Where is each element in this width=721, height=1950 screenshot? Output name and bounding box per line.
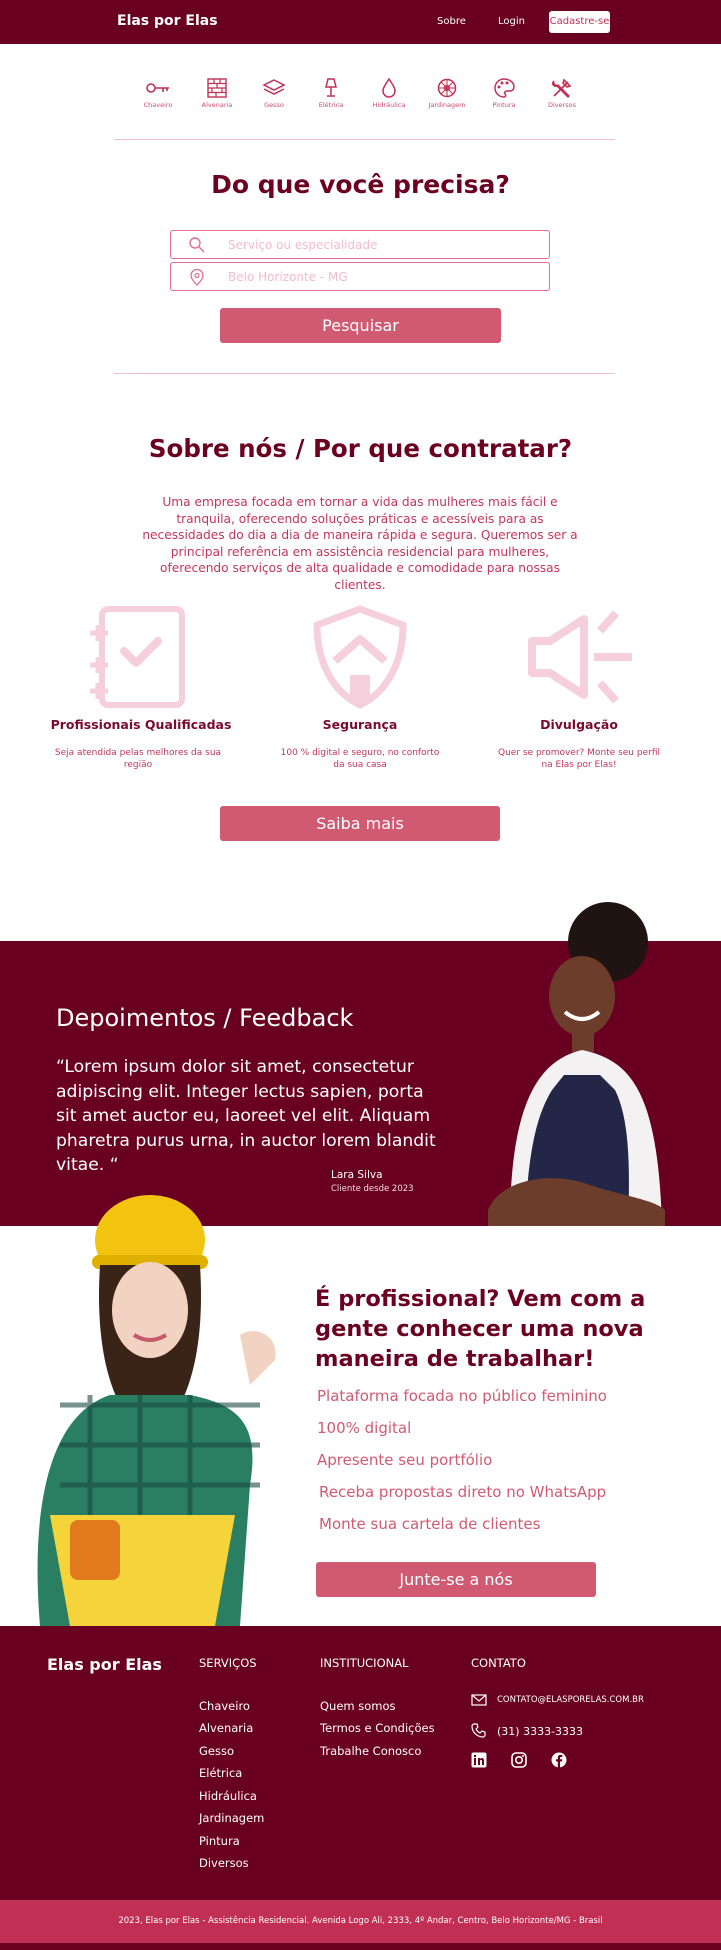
divider	[114, 373, 615, 374]
footer-contact-heading: CONTATO	[471, 1656, 526, 1670]
service-search-input[interactable]: Serviço ou especialidade	[170, 230, 550, 259]
divider	[114, 139, 615, 140]
professional-photo	[37, 1195, 276, 1626]
mail-icon	[471, 1694, 487, 1706]
phone-icon	[471, 1723, 486, 1738]
brand-logo[interactable]: Elas por Elas	[117, 13, 218, 29]
footer-link-alvenaria[interactable]: Alvenaria	[199, 1721, 253, 1735]
flower-icon	[437, 78, 457, 98]
checklist-icon	[90, 606, 185, 708]
contact-phone[interactable]: (31) 3333-3333	[497, 1725, 583, 1738]
testimonial-title: Depoimentos / Feedback	[56, 1004, 354, 1032]
layers-icon	[262, 79, 286, 95]
footer-brand: Elas por Elas	[47, 1655, 162, 1674]
footer-link-gesso[interactable]: Gesso	[199, 1744, 234, 1758]
benefit-item: Receba propostas direto no WhatsApp	[319, 1483, 607, 1501]
footer-link-termos[interactable]: Termos e Condições	[320, 1721, 435, 1735]
location-placeholder: Belo Horizonte - MG	[228, 270, 348, 284]
category-label: Chaveiro	[143, 101, 173, 109]
water-drop-icon	[382, 77, 396, 98]
footer-link-chaveiro[interactable]: Chaveiro	[199, 1699, 250, 1713]
location-pin-icon	[190, 268, 204, 286]
about-text: Uma empresa focada em tornar a vida das …	[142, 495, 578, 592]
footer-link-diversos[interactable]: Diversos	[199, 1856, 249, 1870]
category-chaveiro[interactable]: Chaveiro	[128, 77, 188, 109]
feature-desc: Seja atendida pelas melhores da sua regi…	[54, 748, 222, 770]
category-diversos[interactable]: Diversos	[532, 77, 592, 109]
join-us-button[interactable]: Junte-se a nós	[316, 1562, 596, 1597]
category-label: Diversos	[547, 101, 577, 109]
footer-link-quem-somos[interactable]: Quem somos	[320, 1699, 396, 1713]
category-label: Jardinagem	[428, 101, 466, 109]
feature-title: Divulgação	[540, 717, 618, 732]
signup-button[interactable]: Cadastre-se	[549, 11, 610, 33]
tools-icon	[552, 78, 572, 98]
footer-link-hidraulica[interactable]: Hidráulica	[199, 1789, 257, 1803]
instagram-icon[interactable]	[511, 1752, 527, 1768]
category-eletrica[interactable]: Elétrica	[301, 77, 361, 109]
footer-link-pintura[interactable]: Pintura	[199, 1834, 240, 1848]
top-navbar	[0, 0, 721, 44]
testimonial-since: Cliente desde 2023	[331, 1184, 414, 1194]
testimonial-author: Lara Silva	[331, 1169, 383, 1181]
bottom-strip	[0, 1943, 721, 1950]
feature-desc: Quer se promover? Monte seu perfil na El…	[498, 748, 660, 770]
location-input[interactable]: Belo Horizonte - MG	[170, 262, 550, 291]
category-label: Pintura	[492, 101, 516, 109]
footer-link-eletrica[interactable]: Elétrica	[199, 1766, 242, 1780]
service-placeholder: Serviço ou especialidade	[228, 238, 378, 252]
footer-institutional-heading: INSTITUCIONAL	[320, 1656, 409, 1670]
category-label: Elétrica	[318, 101, 344, 109]
benefit-item: 100% digital	[317, 1419, 412, 1437]
search-title: Do que você precisa?	[211, 170, 510, 199]
copyright-bar: 2023, Elas por Elas - Assistência Reside…	[0, 1900, 721, 1943]
benefit-item: Plataforma focada no público feminino	[317, 1387, 607, 1405]
benefit-item: Apresente seu portfólio	[317, 1451, 493, 1469]
search-button[interactable]: Pesquisar	[220, 308, 501, 343]
category-label: Hidráulica	[372, 101, 406, 109]
shield-home-icon	[313, 605, 407, 709]
category-hidraulica[interactable]: Hidráulica	[359, 77, 419, 109]
palette-icon	[494, 78, 515, 98]
footer-link-trabalhe[interactable]: Trabalhe Conosco	[320, 1744, 421, 1758]
testimonial-photo	[488, 902, 665, 1226]
search-icon	[189, 237, 205, 253]
category-gesso[interactable]: Gesso	[244, 77, 304, 109]
lamp-icon	[325, 78, 337, 97]
nav-link-login[interactable]: Login	[498, 16, 525, 27]
category-pintura[interactable]: Pintura	[474, 77, 534, 109]
category-alvenaria[interactable]: Alvenaria	[187, 77, 247, 109]
nav-link-sobre[interactable]: Sobre	[437, 16, 466, 27]
category-label: Gesso	[264, 101, 284, 109]
benefit-item: Monte sua cartela de clientes	[319, 1515, 541, 1533]
about-title: Sobre nós / Por que contratar?	[148, 434, 573, 463]
linkedin-icon[interactable]	[471, 1752, 487, 1768]
contact-email[interactable]: CONTATO@ELASPORELAS.COM.BR	[497, 1695, 644, 1705]
footer-services-heading: SERVIÇOS	[199, 1656, 257, 1670]
brick-wall-icon	[207, 78, 227, 98]
category-label: Alvenaria	[201, 101, 233, 109]
learn-more-button[interactable]: Saiba mais	[220, 806, 500, 841]
megaphone-icon	[528, 610, 632, 704]
testimonial-quote: “Lorem ipsum dolor sit amet, consectetur…	[56, 1057, 436, 1175]
professional-title: É profissional? Vem com a gente conhecer…	[315, 1286, 646, 1372]
feature-title: Profissionais Qualificadas	[50, 717, 232, 732]
key-icon	[146, 83, 169, 93]
category-jardinagem[interactable]: Jardinagem	[417, 77, 477, 109]
feature-desc: 100 % digital e seguro, no conforto da s…	[280, 748, 440, 770]
feature-title: Segurança	[322, 717, 398, 732]
footer-link-jardinagem[interactable]: Jardinagem	[199, 1811, 264, 1825]
facebook-icon[interactable]	[551, 1752, 567, 1768]
